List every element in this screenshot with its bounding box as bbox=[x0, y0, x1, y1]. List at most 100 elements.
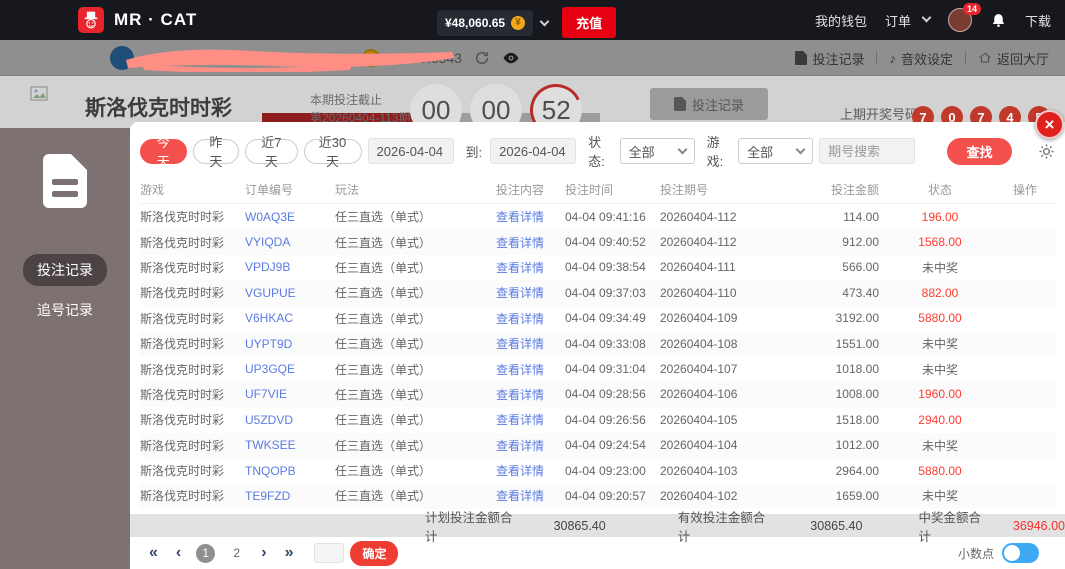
cell-time: 04-04 09:41:16 bbox=[565, 209, 646, 224]
table-header-row: 游戏 订单编号 玩法 投注内容 投注时间 投注期号 投注金额 状态 操作 bbox=[140, 176, 1055, 204]
confirm-page-button[interactable]: 确定 bbox=[350, 540, 399, 566]
game-select[interactable]: 全部 bbox=[738, 138, 814, 164]
cell-game: 斯洛伐克时时彩 bbox=[140, 489, 225, 504]
page-number-1[interactable]: 1 bbox=[196, 543, 216, 563]
chevron-down-icon[interactable] bbox=[539, 16, 550, 26]
page-jump-input[interactable] bbox=[314, 543, 345, 563]
cell-amount: 3192.00 bbox=[835, 311, 879, 326]
pagination-bar: « ‹ 1 2 › » 确定 小数点 bbox=[130, 537, 1065, 569]
period-search-input[interactable] bbox=[819, 138, 916, 164]
sound-settings-link[interactable]: ♪ 音效设定 bbox=[889, 49, 953, 68]
close-icon[interactable]: × bbox=[1035, 110, 1064, 139]
sidebar-tab-bet-records[interactable]: 投注记录 bbox=[23, 254, 107, 286]
first-page-icon[interactable]: « bbox=[149, 544, 158, 562]
order-id-link[interactable]: V6HKAC bbox=[245, 311, 335, 325]
order-id-link[interactable]: TE9FZD bbox=[245, 489, 335, 503]
cell-play: 任三直选（单式） bbox=[335, 311, 432, 326]
view-detail-link[interactable]: 查看详情 bbox=[475, 234, 565, 251]
order-id-link[interactable]: TWKSEE bbox=[245, 438, 335, 452]
order-id-link[interactable]: VGUPUE bbox=[245, 286, 335, 300]
filter-7days[interactable]: 近7天 bbox=[245, 135, 298, 169]
brand-name: MR · CAT bbox=[114, 10, 198, 29]
find-button[interactable]: 查找 bbox=[947, 137, 1012, 165]
status-value: 未中奖 bbox=[921, 260, 958, 275]
cell-play: 任三直选（单式） bbox=[335, 210, 432, 225]
back-to-lobby-link[interactable]: 返回大厅 bbox=[978, 49, 1049, 68]
recharge-button[interactable]: 充值 bbox=[562, 7, 617, 38]
eye-icon[interactable] bbox=[502, 49, 520, 67]
orders-label: 订单 bbox=[884, 13, 911, 29]
sidebar-tab-chase-records[interactable]: 追号记录 bbox=[23, 294, 107, 326]
gear-icon[interactable] bbox=[1038, 143, 1055, 160]
filter-yesterday[interactable]: 昨天 bbox=[192, 135, 240, 169]
view-detail-link[interactable]: 查看详情 bbox=[475, 335, 565, 352]
view-detail-link[interactable]: 查看详情 bbox=[475, 411, 565, 428]
avatar[interactable]: 14 bbox=[947, 3, 981, 32]
last-page-icon[interactable]: » bbox=[285, 544, 294, 562]
order-id-link[interactable]: TNQOPB bbox=[245, 464, 335, 478]
view-detail-link[interactable]: 查看详情 bbox=[475, 437, 565, 454]
view-detail-link[interactable]: 查看详情 bbox=[475, 361, 565, 378]
cell-game: 斯洛伐克时时彩 bbox=[140, 387, 225, 402]
view-detail-link[interactable]: 查看详情 bbox=[475, 386, 565, 403]
column-header: 操作 bbox=[1012, 183, 1037, 197]
order-id-link[interactable]: VPDJ9B bbox=[245, 260, 335, 274]
order-id-link[interactable]: W0AQ3E bbox=[245, 210, 335, 224]
cell-amount: 2964.00 bbox=[835, 463, 879, 478]
next-page-icon[interactable]: › bbox=[261, 544, 266, 562]
date-to-input[interactable] bbox=[490, 138, 577, 164]
summary-bar: 计划投注金额合计 30865.40 有效投注金额合计 30865.40 中奖金额… bbox=[130, 511, 1065, 544]
view-detail-link[interactable]: 查看详情 bbox=[475, 284, 565, 301]
cell-amount: 566.00 bbox=[842, 260, 879, 275]
date-from-input[interactable] bbox=[367, 138, 454, 164]
cell-game: 斯洛伐克时时彩 bbox=[140, 235, 225, 250]
cell-game: 斯洛伐克时时彩 bbox=[140, 337, 225, 352]
cell-play: 任三直选（单式） bbox=[335, 387, 432, 402]
order-id-link[interactable]: U5ZDVD bbox=[245, 413, 335, 427]
cell-time: 04-04 09:28:56 bbox=[565, 387, 646, 402]
view-detail-link[interactable]: 查看详情 bbox=[475, 208, 565, 225]
status-select[interactable]: 全部 bbox=[619, 138, 695, 164]
cell-play: 任三直选（单式） bbox=[335, 337, 432, 352]
cell-play: 任三直选（单式） bbox=[335, 260, 432, 275]
balance-amount: ¥48,060.65 bbox=[445, 15, 506, 30]
order-id-link[interactable]: UYPT9D bbox=[245, 337, 335, 351]
view-detail-link[interactable]: 查看详情 bbox=[475, 462, 565, 479]
decimal-toggle[interactable] bbox=[1002, 543, 1039, 563]
chevron-down-icon bbox=[921, 12, 932, 23]
status-value: 2940.00 bbox=[918, 412, 962, 427]
order-id-link[interactable]: UF7VIE bbox=[245, 387, 335, 401]
cell-period: 20260404-102 bbox=[660, 488, 738, 503]
balance-display[interactable]: ¥48,060.65 ¥ bbox=[437, 9, 534, 36]
cell-time: 04-04 09:37:03 bbox=[565, 285, 646, 300]
filter-30days[interactable]: 近30天 bbox=[303, 135, 362, 169]
cell-amount: 1551.00 bbox=[835, 336, 879, 351]
table-row: 斯洛伐克时时彩 UF7VIE 任三直选（单式） 查看详情 04-04 09:28:56 2… bbox=[140, 381, 1055, 408]
my-wallet-link[interactable]: 我的钱包 bbox=[815, 11, 867, 30]
table-row: 斯洛伐克时时彩 UYPT9D 任三直选（单式） 查看详情 04-04 09:33:08 2… bbox=[140, 330, 1055, 357]
divider bbox=[876, 51, 878, 65]
column-header: 订单编号 bbox=[245, 183, 294, 197]
orders-menu[interactable]: 订单 bbox=[884, 11, 932, 30]
screen: MR · CAT ¥48,060.65 ¥ 充值 我的钱包 订单 14 下载 投… bbox=[0, 0, 1065, 569]
refresh-icon[interactable] bbox=[474, 50, 490, 66]
order-id-link[interactable]: VYIQDA bbox=[245, 235, 335, 249]
view-detail-link[interactable]: 查看详情 bbox=[475, 487, 565, 504]
status-value: 未中奖 bbox=[921, 489, 958, 504]
prev-page-icon[interactable]: ‹ bbox=[176, 544, 181, 562]
brand-logo-icon[interactable] bbox=[78, 7, 104, 33]
table-row: 斯洛伐克时时彩 UP3GQE 任三直选（单式） 查看详情 04-04 09:31:04 2… bbox=[140, 356, 1055, 381]
redaction-scribble bbox=[126, 49, 454, 72]
order-id-link[interactable]: UP3GQE bbox=[245, 362, 335, 376]
bet-records-link[interactable]: 投注记录 bbox=[795, 49, 864, 68]
cell-amount: 1012.00 bbox=[835, 438, 879, 453]
view-detail-link[interactable]: 查看详情 bbox=[475, 259, 565, 276]
view-detail-link[interactable]: 查看详情 bbox=[475, 310, 565, 327]
page-number-2[interactable]: 2 bbox=[227, 544, 246, 563]
download-link[interactable]: 下载 bbox=[1025, 11, 1051, 30]
cell-period: 20260404-108 bbox=[660, 336, 738, 351]
music-note-icon: ♪ bbox=[889, 50, 896, 66]
filter-today[interactable]: 今天 bbox=[140, 135, 187, 169]
bell-icon[interactable] bbox=[990, 12, 1007, 29]
bet-record-button[interactable]: 投注记录 bbox=[650, 88, 768, 120]
